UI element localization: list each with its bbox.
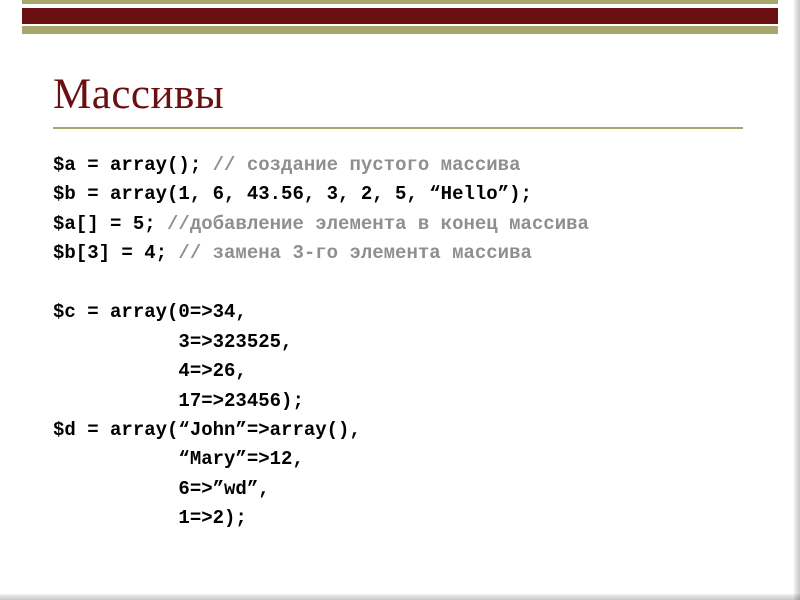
code-line-12: 6=>”wd”,	[53, 478, 270, 500]
slide-content: Массивы $a = array(); // создание пустог…	[53, 70, 760, 534]
slide-shadow-bottom	[0, 594, 800, 600]
slide-title: Массивы	[53, 70, 760, 119]
code-line-6: $c = array(0=>34,	[53, 301, 247, 323]
code-comment-4: // замена 3-го элемента массива	[178, 242, 531, 264]
code-line-4a: $b[3] = 4;	[53, 242, 178, 264]
code-line-8: 4=>26,	[53, 360, 247, 382]
code-line-9: 17=>23456);	[53, 390, 304, 412]
border-maroon	[22, 8, 778, 24]
border-olive-thick	[22, 26, 778, 34]
code-line-11: “Mary”=>12,	[53, 448, 304, 470]
slide-top-border	[22, 0, 778, 34]
slide-shadow-right	[794, 0, 800, 600]
code-comment-3: //добавление элемента в конец массива	[167, 213, 589, 235]
code-line-7: 3=>323525,	[53, 331, 292, 353]
code-line-10: $d = array(“John”=>array(),	[53, 419, 361, 441]
title-underline	[53, 127, 743, 129]
code-comment-1: // создание пустого массива	[213, 154, 521, 176]
code-line-3a: $a[] = 5;	[53, 213, 167, 235]
code-block: $a = array(); // создание пустого массив…	[53, 151, 760, 534]
code-line-13: 1=>2);	[53, 507, 247, 529]
code-line-1a: $a = array();	[53, 154, 213, 176]
code-line-2: $b = array(1, 6, 43.56, 3, 2, 5, “Hello”…	[53, 183, 532, 205]
